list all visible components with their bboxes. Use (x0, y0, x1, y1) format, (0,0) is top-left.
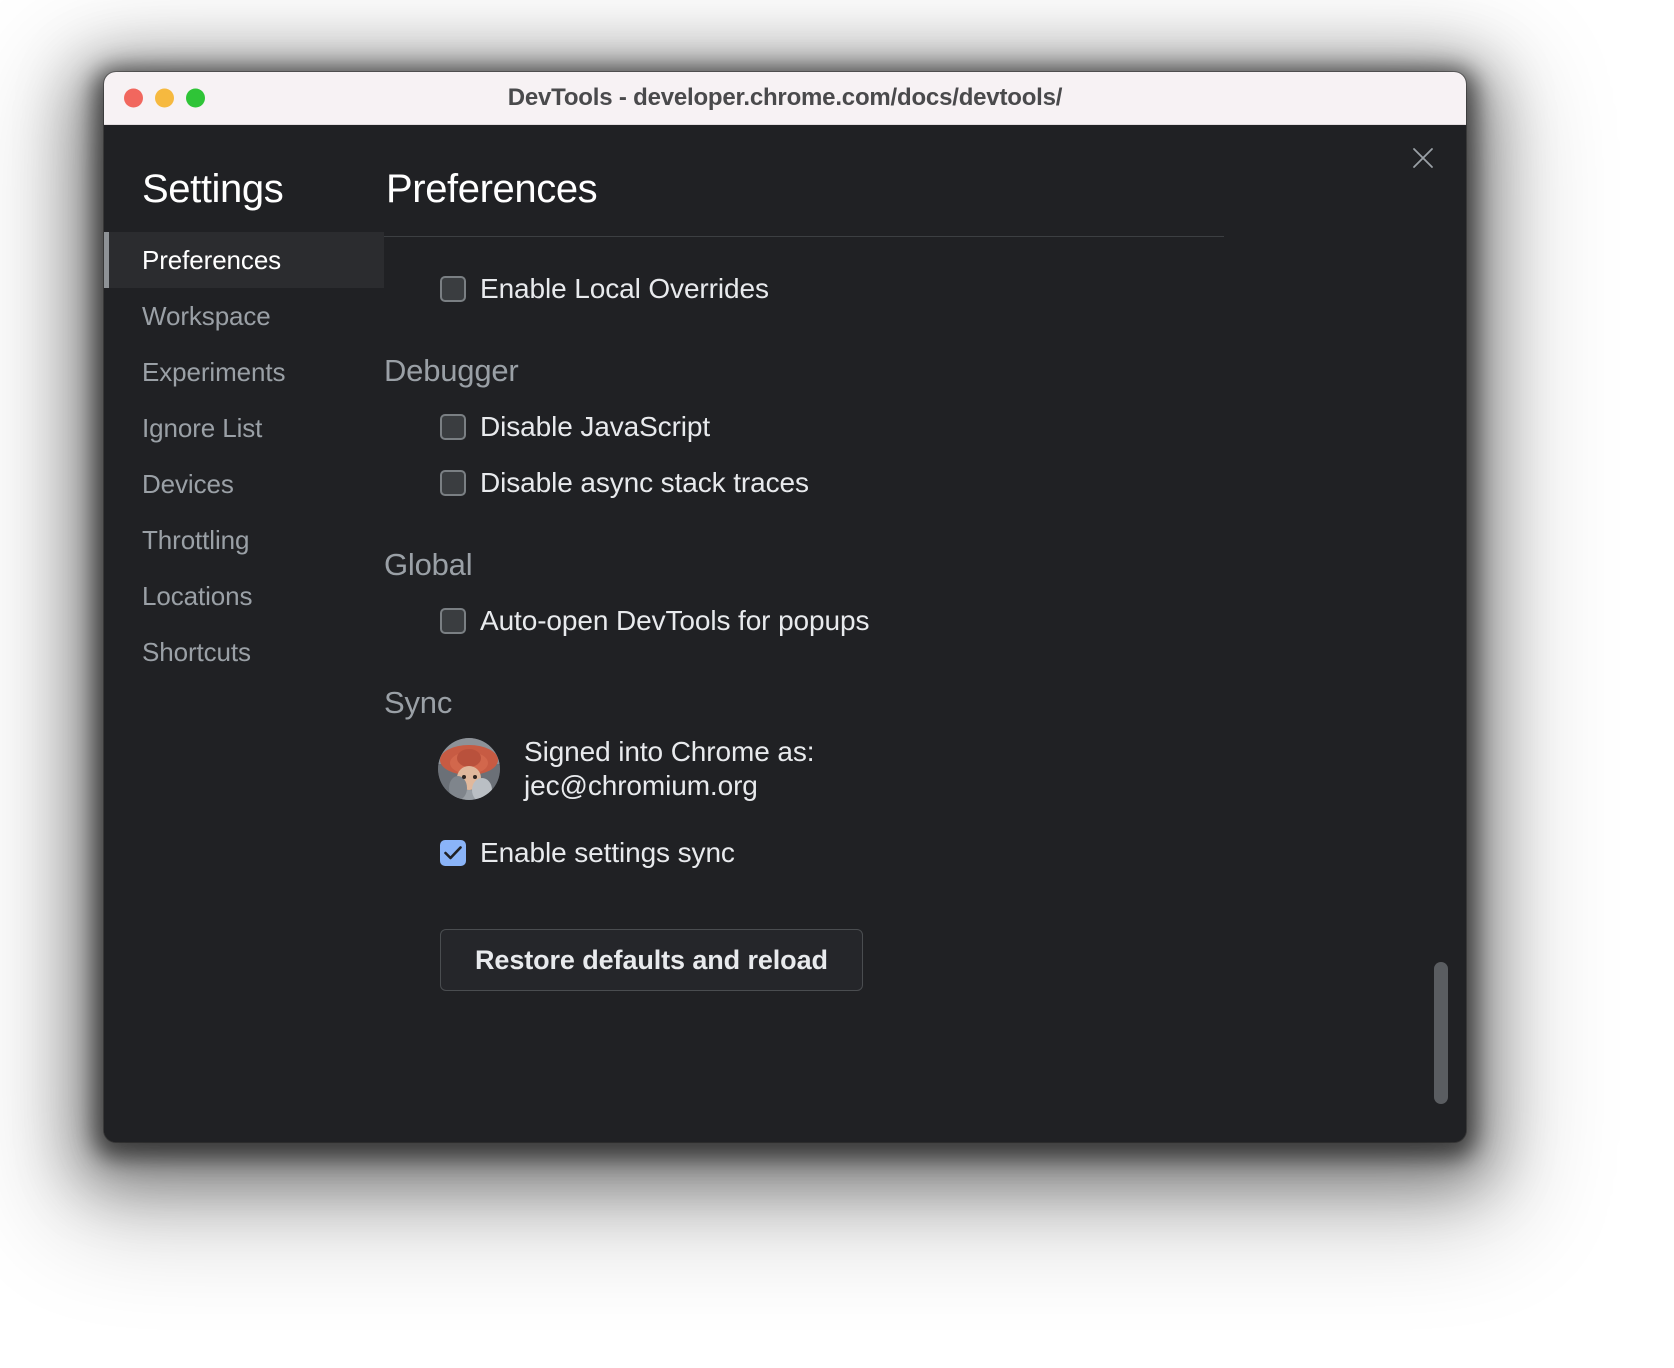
preferences-content: Enable Local Overrides Debugger Disable … (384, 237, 1466, 1063)
setting-disable-async-stack-traces[interactable]: Disable async stack traces (384, 455, 1224, 511)
checkbox-icon[interactable] (440, 840, 466, 866)
sidebar-item-devices[interactable]: Devices (104, 456, 384, 512)
sidebar-item-ignore-list[interactable]: Ignore List (104, 400, 384, 456)
restore-defaults-wrap: Restore defaults and reload (384, 929, 1224, 991)
sidebar-item-label: Experiments (142, 357, 285, 388)
traffic-light-group (124, 89, 205, 108)
checkbox-icon[interactable] (440, 276, 466, 302)
sidebar-item-locations[interactable]: Locations (104, 568, 384, 624)
setting-label: Disable async stack traces (480, 467, 809, 499)
sidebar-item-label: Throttling (142, 525, 249, 556)
checkbox-icon[interactable] (440, 414, 466, 440)
setting-label: Disable JavaScript (480, 411, 710, 443)
window-maximize-button[interactable] (186, 89, 205, 108)
section-header-sync: Sync (384, 685, 1224, 721)
signed-in-label: Signed into Chrome as: (524, 736, 814, 767)
sidebar-item-label: Shortcuts (142, 637, 251, 668)
sidebar-item-label: Workspace (142, 301, 271, 332)
devtools-window: DevTools - developer.chrome.com/docs/dev… (104, 72, 1466, 1142)
settings-sidebar: Settings Preferences Workspace Experimen… (104, 125, 384, 1142)
sidebar-item-label: Locations (142, 581, 252, 612)
sync-account-row: Signed into Chrome as: jec@chromium.org (384, 735, 1224, 803)
screenshot-root: DevTools - developer.chrome.com/docs/dev… (0, 0, 1674, 1368)
page-title: Preferences (384, 167, 1466, 212)
settings-dialog: Settings Preferences Workspace Experimen… (104, 125, 1466, 1142)
window-close-button[interactable] (124, 89, 143, 108)
sidebar-item-preferences[interactable]: Preferences (104, 232, 384, 288)
sidebar-item-label: Ignore List (142, 413, 262, 444)
sidebar-item-experiments[interactable]: Experiments (104, 344, 384, 400)
setting-disable-javascript[interactable]: Disable JavaScript (384, 399, 1224, 455)
section-header-debugger: Debugger (384, 353, 1224, 389)
checkbox-icon[interactable] (440, 608, 466, 634)
window-title: DevTools - developer.chrome.com/docs/dev… (104, 84, 1466, 112)
scrollbar-thumb[interactable] (1434, 962, 1448, 1104)
window-minimize-button[interactable] (155, 89, 174, 108)
setting-enable-local-overrides[interactable]: Enable Local Overrides (384, 261, 1224, 317)
sidebar-item-shortcuts[interactable]: Shortcuts (104, 624, 384, 680)
signed-in-email: jec@chromium.org (524, 770, 758, 801)
sidebar-item-label: Devices (142, 469, 234, 500)
sync-account-text: Signed into Chrome as: jec@chromium.org (524, 735, 814, 803)
content-scrollbar[interactable] (1434, 325, 1448, 1130)
setting-label: Auto-open DevTools for popups (480, 605, 869, 637)
preferences-panel: Preferences Enable Local Overrides Debug… (384, 125, 1466, 1142)
sidebar-item-throttling[interactable]: Throttling (104, 512, 384, 568)
checkbox-icon[interactable] (440, 470, 466, 496)
sidebar-title: Settings (104, 167, 384, 212)
avatar (438, 738, 500, 800)
setting-label: Enable Local Overrides (480, 273, 769, 305)
close-icon[interactable] (1406, 141, 1440, 175)
sidebar-item-workspace[interactable]: Workspace (104, 288, 384, 344)
setting-enable-settings-sync[interactable]: Enable settings sync (384, 825, 1224, 881)
window-titlebar: DevTools - developer.chrome.com/docs/dev… (104, 72, 1466, 125)
restore-defaults-button[interactable]: Restore defaults and reload (440, 929, 863, 991)
setting-label: Enable settings sync (480, 837, 735, 869)
sidebar-item-label: Preferences (142, 245, 281, 276)
section-header-global: Global (384, 547, 1224, 583)
setting-auto-open-devtools-for-popups[interactable]: Auto-open DevTools for popups (384, 593, 1224, 649)
